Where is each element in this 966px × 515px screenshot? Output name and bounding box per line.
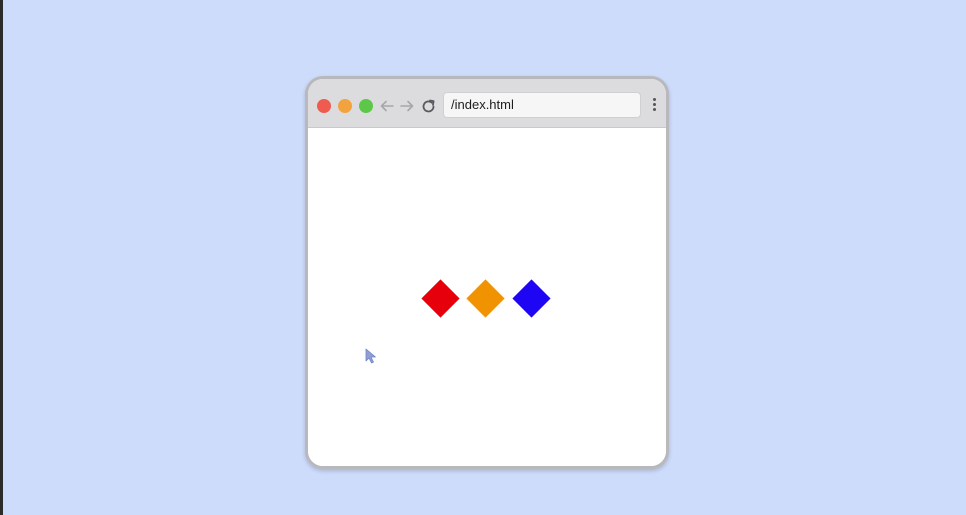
menu-dot (652, 103, 656, 106)
maximize-window-button[interactable] (359, 99, 373, 113)
reload-icon[interactable] (418, 95, 438, 117)
blue-diamond (512, 279, 551, 318)
left-edge-strip (0, 0, 3, 515)
red-diamond (421, 279, 460, 318)
orange-diamond (466, 279, 505, 318)
arrow-right-icon[interactable] (397, 95, 417, 117)
close-window-button[interactable] (317, 99, 331, 113)
kebab-menu-icon[interactable] (649, 96, 659, 116)
menu-dot (652, 98, 656, 101)
arrow-left-icon[interactable] (377, 95, 397, 117)
minimize-window-button[interactable] (338, 99, 352, 113)
browser-window: /index.html (305, 76, 669, 469)
address-bar[interactable]: /index.html (443, 92, 641, 118)
pointer-cursor-icon (365, 348, 377, 369)
menu-dot (652, 108, 656, 111)
page-content (308, 128, 666, 466)
browser-toolbar: /index.html (308, 79, 666, 128)
